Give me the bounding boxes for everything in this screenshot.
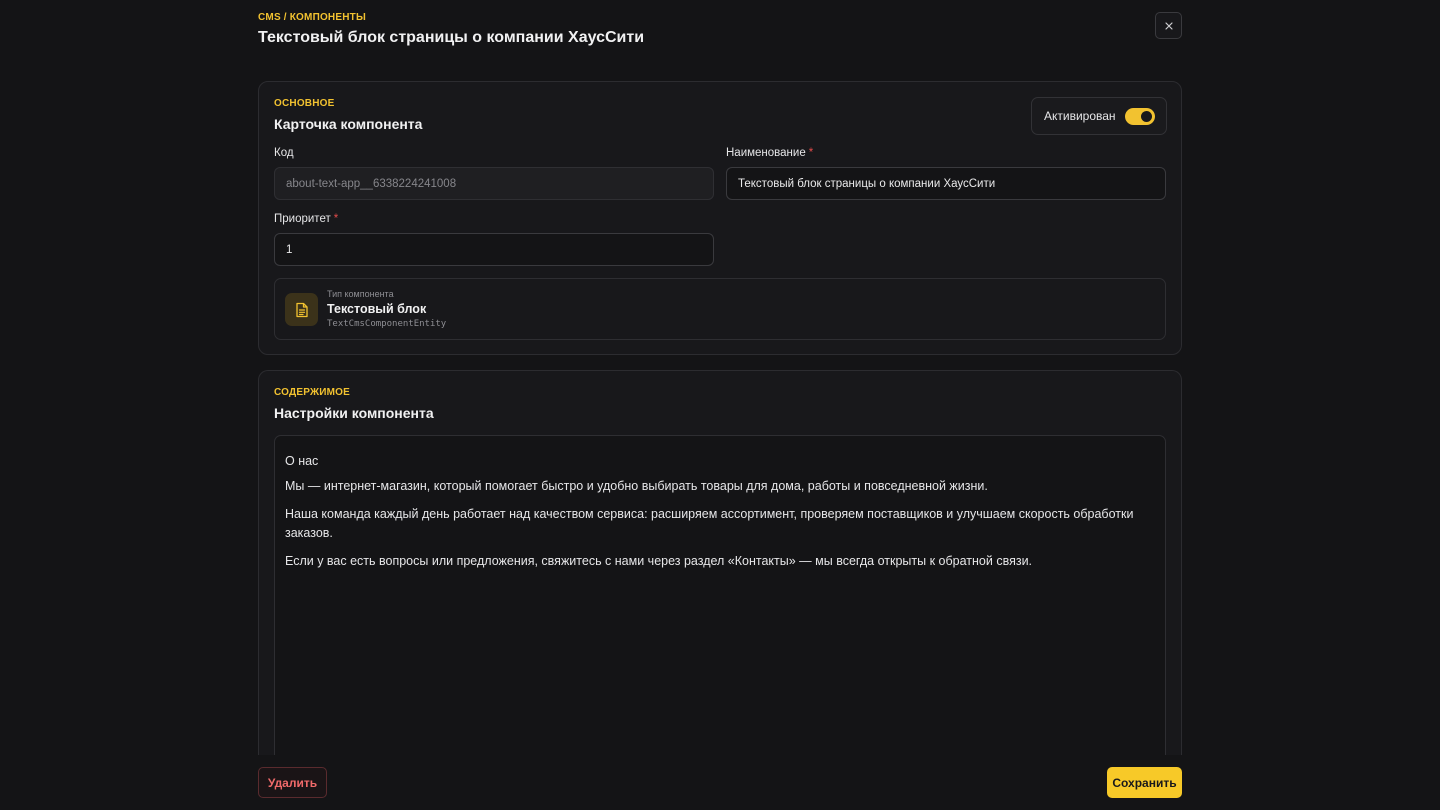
page-header: CMS / КОМПОНЕНТЫ Текстовый блок страницы… bbox=[258, 12, 644, 47]
section-title-main: Карточка компонента bbox=[274, 116, 423, 132]
editor-paragraph: О нас bbox=[285, 454, 319, 468]
priority-label-text: Приоритет bbox=[274, 213, 331, 225]
name-label-text: Наименование bbox=[726, 147, 806, 159]
editor-paragraph: Мы — интернет-магазин, который помогает … bbox=[285, 479, 988, 493]
name-field[interactable] bbox=[726, 167, 1166, 200]
code-label: Код bbox=[274, 147, 294, 159]
active-toggle[interactable] bbox=[1125, 108, 1155, 125]
footer-bar: Удалить Сохранить bbox=[0, 755, 1440, 810]
editor-paragraph: Если у вас есть вопросы или предложения,… bbox=[285, 554, 1033, 568]
toggle-knob bbox=[1141, 111, 1152, 122]
content-card: СОДЕРЖИМОЕ Настройки компонента О нас Мы… bbox=[258, 370, 1182, 790]
save-button[interactable]: Сохранить bbox=[1107, 767, 1182, 798]
component-type-class: TextCmsComponentEntity bbox=[327, 319, 447, 329]
priority-field[interactable] bbox=[274, 233, 714, 266]
active-toggle-label: Активирован bbox=[1044, 109, 1116, 123]
close-icon bbox=[1164, 21, 1173, 30]
page-title: Текстовый блок страницы о компании ХаусС… bbox=[258, 29, 645, 46]
code-label-text: Код bbox=[274, 147, 294, 159]
section-kicker-main: ОСНОВНОЕ bbox=[274, 98, 335, 109]
component-type-icon-wrap bbox=[285, 293, 318, 326]
delete-button[interactable]: Удалить bbox=[258, 767, 327, 798]
required-mark: * bbox=[333, 213, 339, 225]
component-type-caption: Тип компонента bbox=[327, 289, 394, 299]
editor-paragraph: Наша команда каждый день работает над ка… bbox=[285, 507, 1134, 540]
component-card: ОСНОВНОЕ Карточка компонента Активирован… bbox=[258, 81, 1182, 355]
section-kicker-content: СОДЕРЖИМОЕ bbox=[274, 387, 350, 398]
name-label: Наименование * bbox=[726, 147, 813, 159]
required-mark: * bbox=[808, 147, 814, 159]
code-field[interactable] bbox=[274, 167, 714, 200]
component-type-name: Текстовый блок bbox=[327, 302, 427, 316]
close-button[interactable] bbox=[1155, 12, 1182, 39]
active-toggle-box[interactable]: Активирован bbox=[1031, 97, 1167, 135]
component-type-box: Тип компонента Текстовый блок TextCmsCom… bbox=[274, 278, 1166, 340]
content-editor[interactable]: О нас Мы — интернет-магазин, который пом… bbox=[274, 435, 1166, 775]
priority-label: Приоритет * bbox=[274, 213, 338, 225]
breadcrumb[interactable]: CMS / КОМПОНЕНТЫ bbox=[258, 12, 644, 23]
section-title-content: Настройки компонента bbox=[274, 405, 434, 421]
document-icon bbox=[295, 302, 308, 317]
